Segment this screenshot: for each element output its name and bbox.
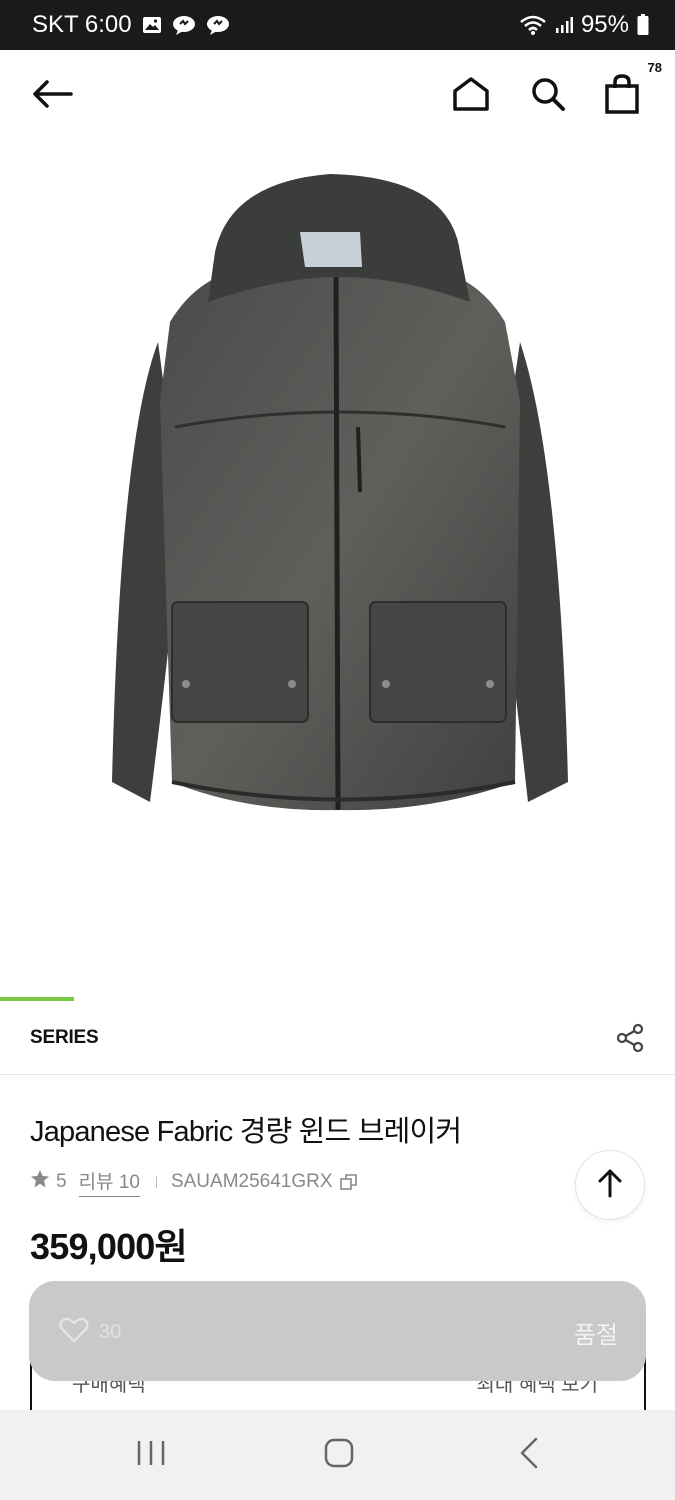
product-sku: SAUAM25641GRX [170, 1171, 333, 1192]
star-icon [30, 1169, 50, 1195]
back-button[interactable] [28, 72, 76, 120]
status-bar: SKT 6:00 95% [0, 0, 675, 50]
product-meta-row: 5 리뷰 10 SAUAM25641GRX [30, 1167, 359, 1197]
product-image[interactable] [0, 142, 675, 997]
brand-row: SERIES [0, 1001, 675, 1075]
home-button[interactable] [447, 72, 495, 120]
back-arrow-icon [31, 79, 73, 114]
wifi-icon [519, 14, 547, 36]
back-chevron-icon [518, 1437, 540, 1474]
scroll-to-top-button[interactable] [575, 1150, 645, 1220]
windbreaker-jacket-image [112, 174, 568, 811]
system-navigation-bar [0, 1410, 675, 1500]
battery-icon [637, 14, 649, 36]
recent-apps-icon [135, 1439, 167, 1472]
heart-icon [59, 1317, 89, 1348]
like-button[interactable]: 30 [59, 1317, 121, 1348]
shopping-bag-icon [604, 73, 640, 119]
cart-button[interactable]: 78 [598, 60, 662, 120]
home-system-button[interactable] [316, 1432, 362, 1478]
brand-name[interactable]: SERIES [30, 1027, 99, 1049]
back-system-button[interactable] [506, 1432, 552, 1478]
soldout-button[interactable]: 품절 [574, 1315, 618, 1350]
arrow-up-icon [597, 1168, 623, 1203]
home-icon [452, 76, 490, 117]
product-title: Japanese Fabric 경량 윈드 브레이커 [30, 1116, 462, 1148]
share-icon [615, 1023, 645, 1057]
app-header: 78 [0, 50, 675, 142]
review-link[interactable]: 리뷰 10 [78, 1167, 140, 1197]
chat-bubble-icon [172, 15, 196, 35]
signal-icon [555, 16, 573, 34]
chat-bubble-icon [206, 15, 230, 35]
copy-icon[interactable] [339, 1172, 359, 1192]
share-button[interactable] [615, 1023, 645, 1053]
product-price: 359,000원 [30, 1226, 188, 1267]
home-button-icon [323, 1437, 355, 1474]
search-button[interactable] [524, 72, 572, 120]
cart-count-badge: 78 [647, 60, 662, 75]
bottom-action-bar: 30 품절 [29, 1281, 646, 1381]
search-icon [529, 75, 567, 118]
gallery-icon [142, 15, 162, 35]
carrier-time: SKT 6:00 [32, 11, 132, 38]
like-count: 30 [99, 1321, 122, 1343]
meta-divider [155, 1176, 157, 1188]
rating-value: 5 [56, 1171, 67, 1192]
recent-apps-button[interactable] [128, 1432, 174, 1478]
battery-percent: 95% [580, 11, 629, 38]
